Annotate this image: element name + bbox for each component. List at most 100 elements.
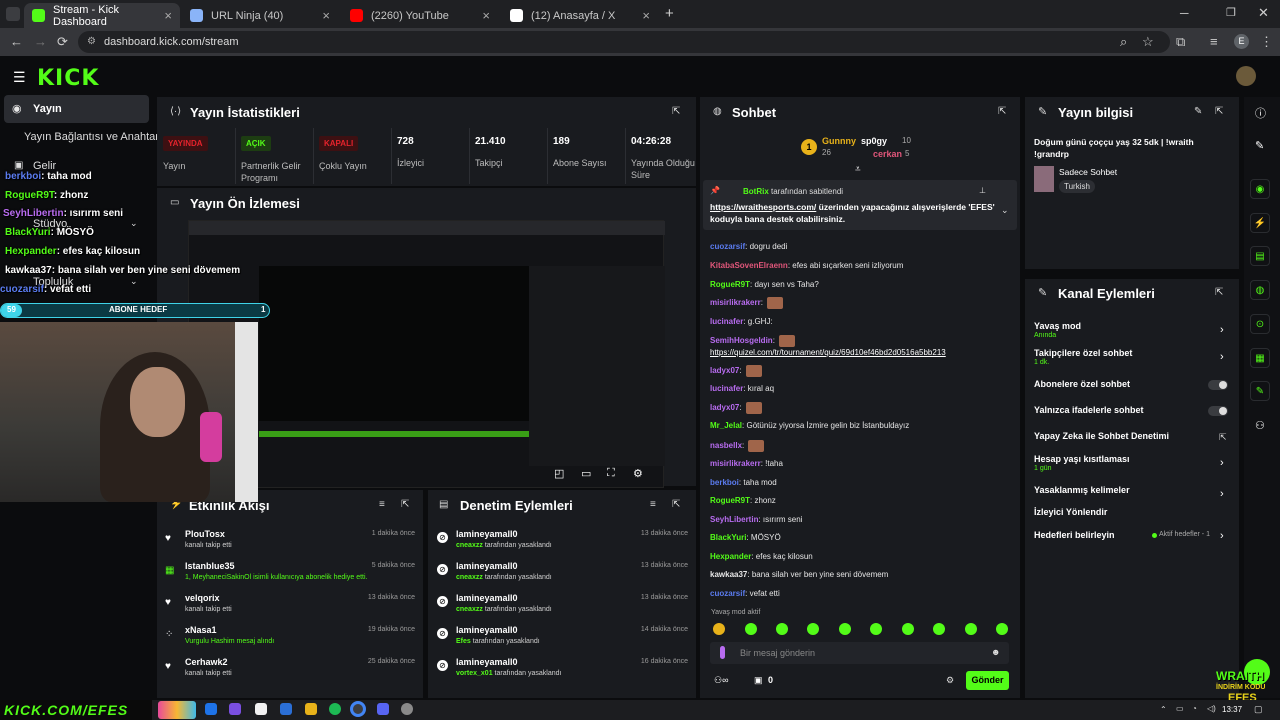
chat-username[interactable]: RogueR9T [710,496,750,505]
chevron-down-icon[interactable]: ⌄ [130,218,138,229]
url-field[interactable]: ⚙ dashboard.kick.com/stream [78,31,1170,53]
channel-action-1[interactable]: Takipçilere özel sohbet 1 dk. [1034,348,1132,366]
taskbar-clock[interactable]: 13:37 [1222,705,1242,714]
emote-button[interactable] [839,623,851,635]
chat-username[interactable]: lucinafer [710,317,743,326]
bolt-icon[interactable]: ⚡ [1250,213,1270,233]
sidebar-item-stream-key[interactable]: Yayın Bağlantısı ve Anahtarı [24,131,162,143]
moderator-name[interactable]: cneaxzz [456,542,483,549]
channel-action-2[interactable]: Abonelere özel sohbet [1034,379,1130,389]
chat-username[interactable]: BlackYuri [710,533,746,542]
taskbar-chrome-icon[interactable] [350,701,366,717]
emote-button[interactable] [933,623,945,635]
profile-avatar[interactable]: E [1234,34,1249,49]
emote-button[interactable] [745,623,757,635]
emoji-icon[interactable]: ☻ [991,647,1000,657]
browser-tab[interactable]: (12) Anasayfa / X × [502,3,658,28]
chevron-right-icon[interactable]: › [1220,457,1224,469]
emote-button[interactable] [807,623,819,635]
taskbar-discord-icon[interactable] [377,703,389,715]
tools-icon[interactable]: ✎ [1250,381,1270,401]
collapse-leaderboard-icon[interactable]: ⩡ [855,164,861,175]
moderator-name[interactable]: cneaxzz [456,574,483,581]
moderator-name[interactable]: cneaxzz [456,606,483,613]
chat-username[interactable]: cuozarsif [710,242,745,251]
tab-search-icon[interactable] [6,7,20,21]
new-tab-button[interactable]: + [665,5,674,22]
notification-icon[interactable]: ▢ [1254,704,1263,715]
document-icon[interactable]: ▦ [1250,348,1270,368]
emote-button[interactable] [902,623,914,635]
browser-tab[interactable]: (2260) YouTube × [342,3,498,28]
close-tab-icon[interactable]: × [482,8,490,23]
chat-username[interactable]: ladyx07 [710,403,739,412]
edit-pencil-icon[interactable]: ✎ [1194,106,1202,117]
maximize-icon[interactable]: ❐ [1226,6,1236,19]
tray-chevron-icon[interactable]: ⌃ [1160,705,1167,714]
taskbar-spotify-icon[interactable] [329,703,341,715]
taskbar-edge-icon[interactable] [205,703,217,715]
browser-tab[interactable]: Stream - Kick Dashboard × [24,3,180,28]
chat-settings-icon[interactable]: ⚙ [946,675,954,686]
popout-icon[interactable]: ⇱ [1215,106,1223,117]
share-icon[interactable]: ⚇ [1255,419,1265,432]
browser-tab[interactable]: URL Ninja (40) × [182,3,338,28]
chat-username[interactable]: misirlikrakerr [710,298,761,307]
sidebar-item-yayin[interactable]: ◉ Yayın [4,95,149,123]
taskbar-weather-widget[interactable] [158,701,196,719]
chat-username[interactable]: nasbellx [710,441,742,450]
leader-first-name[interactable]: Gunnny [822,136,856,146]
settings-gear-icon[interactable]: ⚙ [633,467,643,480]
taskbar-explorer-icon[interactable] [305,703,317,715]
extensions-icon[interactable]: ⧉ [1176,34,1185,50]
popout-icon[interactable]: ⇱ [672,106,680,117]
reload-icon[interactable]: ⟳ [57,34,68,50]
chat-username[interactable]: berkboi [710,478,739,487]
media-control-icon[interactable]: ≡ [1210,34,1218,49]
edit-icon[interactable]: ✎ [1255,139,1264,152]
theater-icon[interactable]: ▭ [581,467,591,480]
channel-action-6[interactable]: Yasaklanmış kelimeler [1034,485,1130,495]
browser-menu-icon[interactable]: ⋮ [1260,34,1273,50]
notes-icon[interactable]: ▤ [1250,246,1270,266]
channel-action-5[interactable]: Hesap yaşı kısıtlaması 1 gün [1034,454,1130,472]
tray-volume-icon[interactable]: ◁) [1207,704,1216,713]
close-tab-icon[interactable]: × [642,8,650,23]
popout-icon[interactable]: ⇱ [1215,287,1223,298]
chat-username[interactable]: kawkaa37 [710,570,747,579]
chat-username[interactable]: SemihHosgeldin [710,336,773,345]
toggle-switch[interactable] [1208,380,1228,390]
moderator-name[interactable]: Efes [456,638,471,645]
filter-icon[interactable]: ≡ [379,499,385,510]
channel-action-7[interactable]: İzleyici Yönlendir [1034,507,1107,517]
chat-username[interactable]: KitabaSovenElraenn [710,261,788,270]
popout-icon[interactable]: ⇱ [672,499,680,510]
chevron-down-icon[interactable]: ⌄ [130,276,138,287]
chat-icon[interactable]: ◍ [1250,280,1270,300]
taskbar-store-icon[interactable] [255,703,267,715]
chat-username[interactable]: misirlikrakerr [710,459,761,468]
emote-button[interactable] [996,623,1008,635]
chat-link[interactable]: https://quizel.com/tr/tournament/quiz/69… [710,348,946,357]
popout-icon[interactable]: ⇱ [401,499,409,510]
chat-username[interactable]: RogueR9T [710,280,750,289]
site-info-icon[interactable]: ⚙ [87,31,96,53]
close-tab-icon[interactable]: × [322,8,330,23]
infinity-points-icon[interactable]: ⚇∞ [714,675,728,686]
chat-username[interactable]: cuozarsif [710,589,745,598]
pinned-link[interactable]: https://wraithesports.com/ [710,202,816,212]
minimize-icon[interactable]: ─ [1180,6,1189,20]
chat-username[interactable]: SeyhLibertin [710,515,758,524]
emote-button[interactable] [776,623,788,635]
bookmark-star-icon[interactable]: ☆ [1142,34,1154,50]
tray-network-icon[interactable]: ▭ [1176,704,1184,713]
category-name[interactable]: Sadece Sohbet [1059,167,1117,177]
category-thumbnail[interactable] [1034,166,1054,192]
taskbar-outlook-icon[interactable] [280,703,292,715]
fullscreen-icon[interactable]: ⛶ [607,467,615,480]
back-icon[interactable]: ← [10,34,23,49]
chat-username[interactable]: Mr_Jelal [710,421,742,430]
channel-action-0[interactable]: Yavaş mod Anında [1034,321,1081,339]
chevron-down-icon[interactable]: ⌄ [1001,205,1009,216]
taskbar-copilot-icon[interactable] [229,703,241,715]
